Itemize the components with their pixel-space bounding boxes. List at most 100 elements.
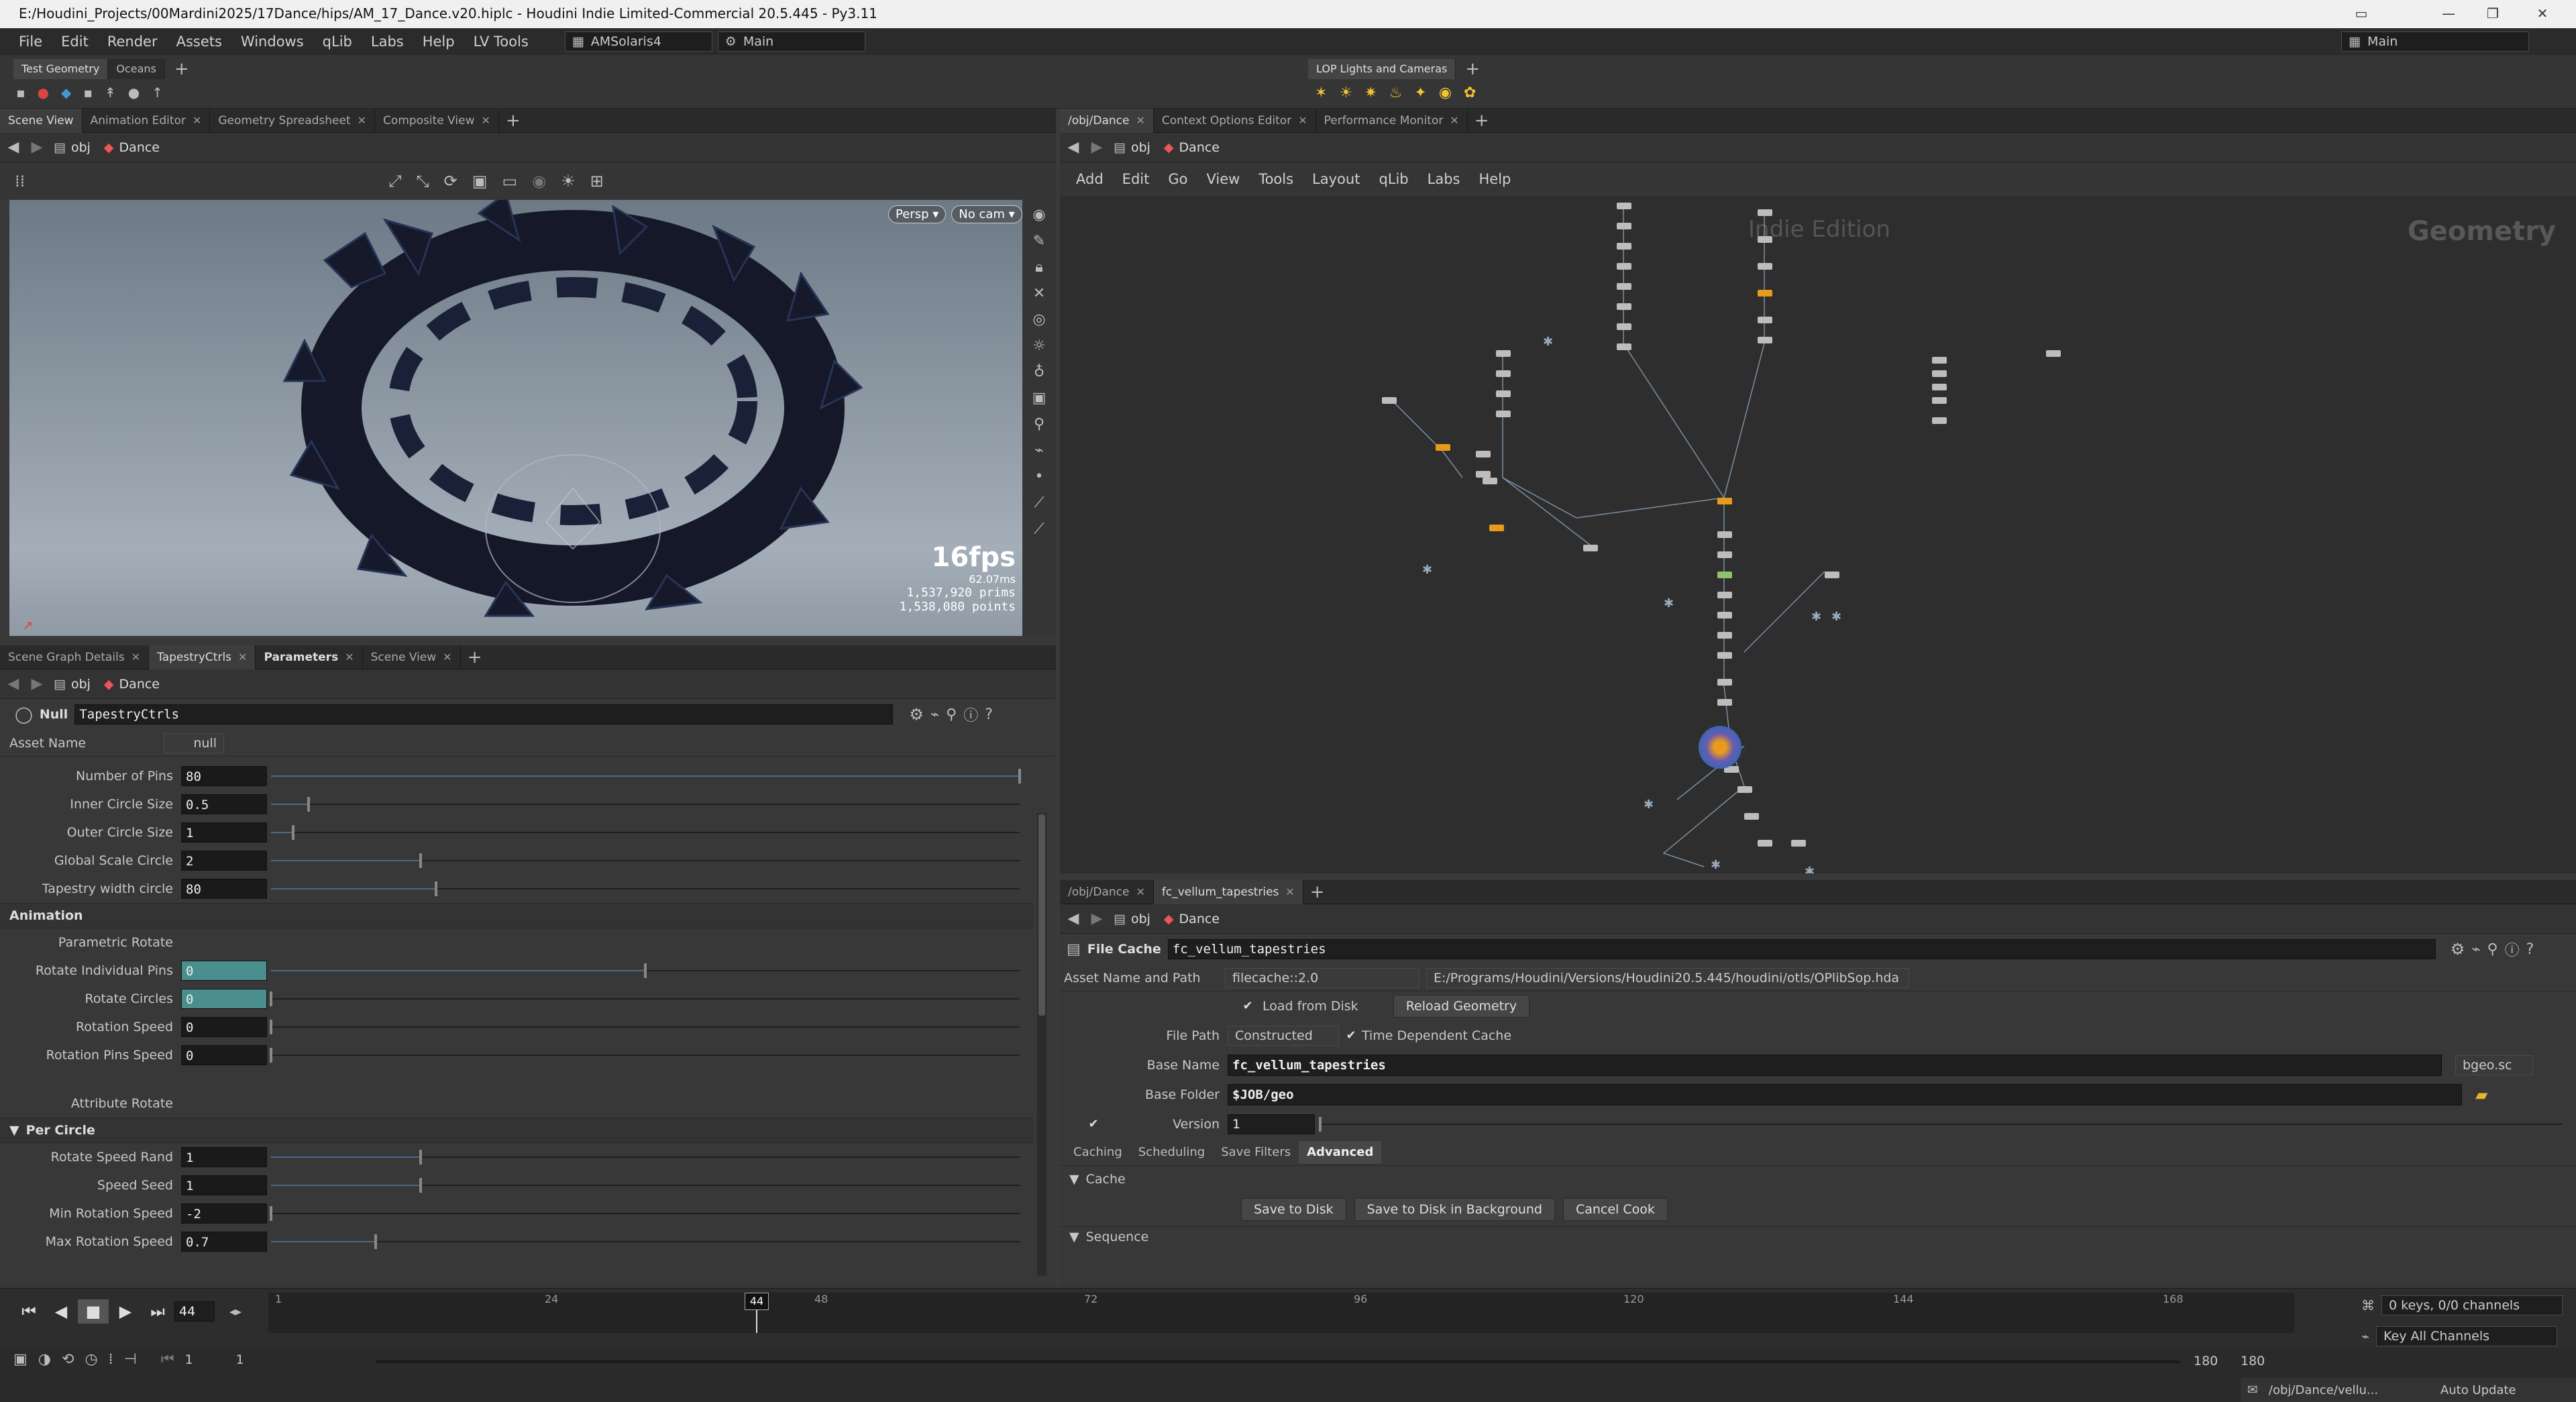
range-slider[interactable]	[376, 1360, 2180, 1363]
menu-item-lv-tools[interactable]: LV Tools	[464, 28, 538, 55]
close-icon[interactable]: ✕	[131, 645, 140, 669]
version-field[interactable]: 1	[1228, 1114, 1315, 1134]
network-node[interactable]	[1932, 357, 1947, 364]
selected-node-highlight[interactable]	[1699, 726, 1741, 769]
network-node[interactable]	[1758, 263, 1772, 270]
network-node[interactable]	[1717, 679, 1732, 686]
add-tab-icon[interactable]: +	[1310, 882, 1325, 902]
key-all-icon[interactable]: ⌁	[2361, 1328, 2369, 1344]
parm-value-field[interactable]: 1	[181, 1175, 267, 1195]
slider-knob[interactable]	[419, 1150, 423, 1165]
brush-icon[interactable]: ⌁	[2471, 941, 2480, 958]
add-shelf-icon[interactable]: +	[174, 59, 189, 79]
network-node[interactable]	[1617, 343, 1631, 350]
section-per-circle[interactable]: ▼ Per Circle	[0, 1118, 1033, 1143]
maximize-button[interactable]: ❐	[2473, 3, 2513, 24]
version-slider[interactable]	[1319, 1114, 2563, 1134]
subtab-save-filters[interactable]: Save Filters	[1213, 1141, 1299, 1164]
clock-icon[interactable]: ◷	[85, 1351, 97, 1368]
grid-dots-icon[interactable]: ⁞⁞	[15, 172, 25, 191]
base-folder-field[interactable]: $JOB/geo	[1228, 1084, 2462, 1106]
network-node[interactable]	[1932, 417, 1947, 424]
parm-value-field[interactable]: 0.5	[181, 794, 267, 814]
net-menu-layout[interactable]: Layout	[1303, 166, 1369, 193]
breadcrumb-obj[interactable]: ▤ obj	[1107, 912, 1157, 926]
menu-item-labs[interactable]: Labs	[362, 28, 413, 55]
tab-scene-graph-details[interactable]: Scene Graph Details ✕	[0, 645, 150, 669]
net-menu-add[interactable]: Add	[1067, 166, 1113, 193]
network-node[interactable]	[1717, 699, 1732, 706]
network-node[interactable]	[1436, 444, 1450, 451]
brush-icon[interactable]: ⟋	[1034, 494, 1044, 511]
range-icon[interactable]: ⊣	[124, 1351, 137, 1368]
light-icon-7[interactable]: ✿	[1464, 85, 1476, 101]
breadcrumb-obj[interactable]: ▤ obj	[1107, 140, 1157, 155]
close-icon[interactable]: ✕	[193, 109, 201, 133]
keyframe-icon[interactable]: ⁞	[109, 1351, 113, 1368]
network-node[interactable]	[1758, 317, 1772, 323]
light-icon-4[interactable]: ♨	[1389, 85, 1403, 101]
cache-section[interactable]: ▼ Cache	[1060, 1166, 2576, 1193]
network-node[interactable]	[1382, 397, 1397, 404]
slider-knob[interactable]	[1018, 769, 1021, 784]
light-icon-3[interactable]: ✷	[1364, 85, 1377, 101]
tab-performance-monitor[interactable]: Performance Monitor ✕	[1316, 108, 1468, 133]
chat-icon[interactable]: ✉	[2247, 1383, 2258, 1397]
forward-arrow-icon[interactable]: ▶	[27, 676, 47, 692]
menu-item-render[interactable]: Render	[98, 28, 167, 55]
slider-knob[interactable]	[270, 1206, 272, 1221]
net-menu-help[interactable]: Help	[1469, 166, 1520, 193]
network-node-bypass-icon[interactable]: ✱	[1831, 611, 1842, 623]
cancel-cook-button[interactable]: Cancel Cook	[1562, 1198, 1668, 1221]
close-icon[interactable]: ✕	[1450, 109, 1458, 133]
slider-knob[interactable]	[292, 825, 295, 840]
sequence-section[interactable]: ▼ Sequence	[1060, 1226, 2576, 1246]
network-node[interactable]	[1758, 840, 1772, 847]
slider-knob[interactable]	[270, 991, 272, 1006]
tool-snap-icon[interactable]: ▣	[472, 172, 488, 191]
add-tab-icon[interactable]: +	[506, 111, 521, 131]
network-node[interactable]	[1489, 525, 1504, 531]
parm-slider[interactable]	[270, 1017, 1020, 1037]
gear-icon[interactable]: ⚙	[909, 705, 924, 724]
slider-knob[interactable]	[270, 1048, 272, 1063]
play-button[interactable]: ▶	[110, 1299, 141, 1324]
key-all-dropdown[interactable]: Key All Channels	[2376, 1326, 2558, 1346]
asset-name-dropdown[interactable]: filecache::2.0	[1225, 967, 1419, 988]
parm-value-field[interactable]: 0	[181, 1017, 267, 1037]
parm-slider[interactable]	[271, 766, 1021, 786]
tab-parameters[interactable]: Parameters ✕	[256, 645, 363, 669]
forward-arrow-icon[interactable]: ▶	[27, 139, 47, 156]
persp-menu[interactable]: Persp ▾	[888, 205, 947, 223]
tab-animation-editor[interactable]: Animation Editor ✕	[83, 108, 211, 133]
network-node-bypass-icon[interactable]: ✱	[1711, 859, 1721, 871]
network-node[interactable]	[1617, 263, 1631, 270]
shelf-tab-lop-lights[interactable]: LOP Lights and Cameras	[1308, 59, 1456, 79]
add-shelf-icon-2[interactable]: +	[1465, 59, 1480, 79]
tool-record-icon[interactable]: ◉	[532, 172, 546, 191]
network-node-bypass-icon[interactable]: ✱	[1811, 611, 1822, 623]
back-arrow-icon[interactable]: ◀	[0, 676, 27, 692]
network-node[interactable]	[1717, 531, 1732, 538]
net-menu-edit[interactable]: Edit	[1113, 166, 1159, 193]
gear-icon[interactable]: ⚙	[2451, 940, 2465, 959]
measure-icon[interactable]: ⟋	[1034, 521, 1044, 537]
parm-slider[interactable]	[271, 1175, 1020, 1195]
parm-slider[interactable]	[270, 1203, 1020, 1224]
network-node[interactable]	[1617, 203, 1631, 209]
net-menu-tools[interactable]: Tools	[1249, 166, 1303, 193]
search-icon[interactable]: ⚲	[2487, 941, 2498, 958]
wand-icon[interactable]: ⚲	[1034, 416, 1044, 433]
time-dependent-checkbox[interactable]: ✔	[1344, 1029, 1358, 1042]
add-tab-icon[interactable]: +	[468, 647, 482, 667]
stop-button[interactable]: ■	[78, 1299, 109, 1324]
tool-icon-3[interactable]: ◆	[61, 85, 71, 101]
slider-knob[interactable]	[374, 1234, 378, 1249]
tool-icon-6[interactable]: ●	[128, 85, 140, 101]
breadcrumb-dance[interactable]: ◆ Dance	[1157, 912, 1226, 926]
back-arrow-icon[interactable]: ◀	[1060, 139, 1087, 156]
range-start-field-2[interactable]: 1	[236, 1352, 276, 1367]
scrollbar-thumb[interactable]	[1038, 814, 1045, 1016]
close-icon[interactable]: ✕	[238, 645, 247, 669]
network-node[interactable]	[1717, 652, 1732, 659]
